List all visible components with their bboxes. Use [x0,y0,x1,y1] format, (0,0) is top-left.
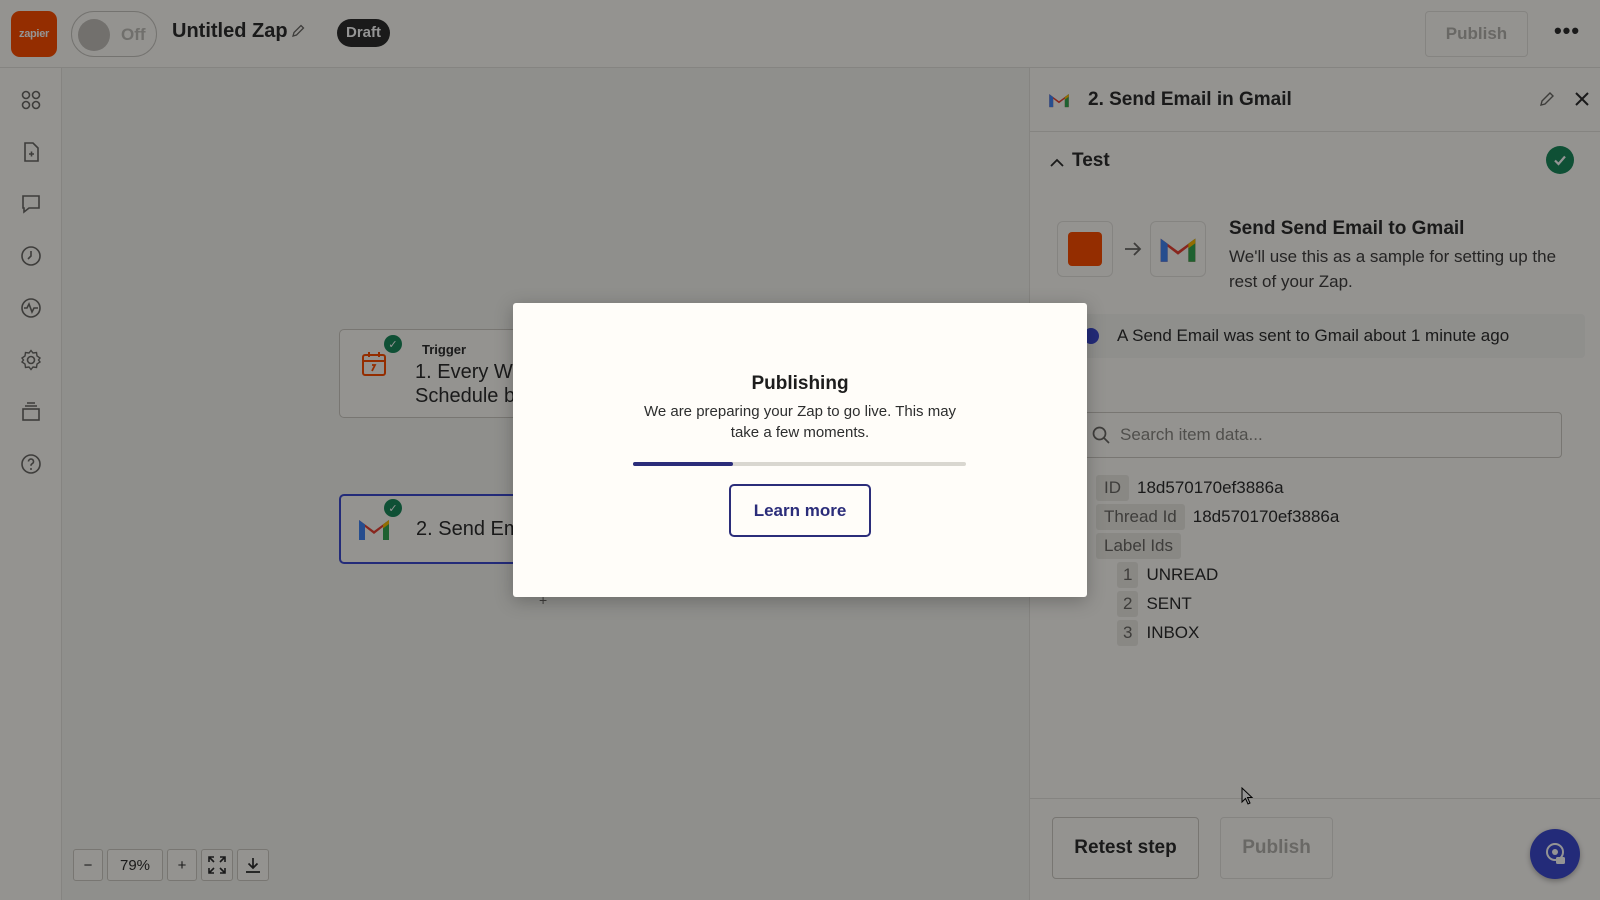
progress-fill [633,462,733,466]
learn-more-button[interactable]: Learn more [729,484,871,537]
publishing-dialog: Publishing We are preparing your Zap to … [513,303,1087,597]
dialog-title: Publishing [751,373,849,394]
dialog-description: We are preparing your Zap to go live. Th… [643,403,957,441]
publish-progress-bar [633,462,966,466]
